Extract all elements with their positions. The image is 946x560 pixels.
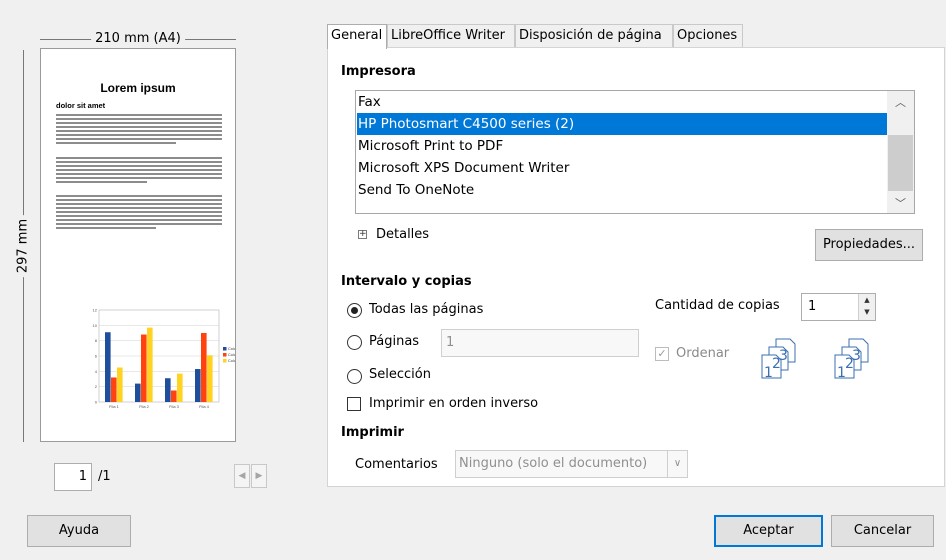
help-button[interactable]: Ayuda: [27, 515, 131, 547]
preview-doc-subtitle: dolor sit amet: [56, 101, 106, 110]
tab-page-layout[interactable]: Disposición de página: [515, 24, 673, 48]
chart-bar: [111, 377, 117, 402]
page-number-input[interactable]: 1: [54, 463, 92, 491]
page-height-dimension: 297 mm: [14, 50, 32, 442]
chart-y-tick-label: 10: [93, 323, 98, 328]
details-expander-label[interactable]: Detalles: [376, 227, 429, 242]
chart-legend-label: Columna 3: [228, 359, 236, 363]
pages-radio[interactable]: [347, 335, 362, 350]
selection-radio[interactable]: [347, 369, 362, 384]
svg-text:1: 1: [764, 365, 773, 381]
comments-value: Ninguno (solo el documento): [459, 456, 648, 471]
all-pages-label[interactable]: Todas las páginas: [369, 302, 483, 317]
chart-legend-label: Columna 2: [228, 353, 236, 357]
copies-spinbox[interactable]: 1 ▲ ▼: [801, 293, 876, 321]
preview-paragraph: [56, 157, 222, 185]
printer-item[interactable]: Microsoft XPS Document Writer: [357, 157, 887, 179]
triangle-left-icon: ◀: [238, 471, 246, 481]
preview-paragraph: [56, 114, 222, 146]
chart-bar: [147, 327, 153, 402]
collate-checkbox[interactable]: ✓: [655, 347, 669, 361]
page-width-dimension: 210 mm (A4): [40, 31, 236, 47]
chart-y-tick-label: 8: [95, 338, 98, 343]
collate-pages-icon: 321: [761, 338, 796, 381]
chart-bar: [177, 373, 183, 402]
spin-up-icon[interactable]: ▲: [859, 294, 875, 306]
preview-doc-title: Lorem ipsum: [100, 81, 176, 95]
chart-legend-swatch: [223, 359, 227, 363]
spin-down-icon[interactable]: ▼: [859, 306, 875, 318]
properties-button[interactable]: Propiedades...: [815, 229, 923, 261]
printer-list-scrollbar[interactable]: ︿ ﹀: [887, 91, 914, 213]
checkmark-icon: ✓: [657, 347, 667, 360]
printer-section-header: Impresora: [341, 64, 416, 79]
all-pages-radio[interactable]: [347, 303, 362, 318]
selection-label[interactable]: Selección: [369, 367, 431, 382]
chart-legend-swatch: [223, 347, 227, 351]
chevron-down-icon[interactable]: ﹀: [887, 195, 914, 211]
previous-page-button[interactable]: ◀: [234, 464, 250, 488]
svg-text:2: 2: [772, 356, 781, 372]
preview-paragraph: [56, 195, 222, 231]
printer-item[interactable]: Send To OneNote: [357, 179, 887, 201]
chart-bar: [201, 333, 207, 402]
print-section-header: Imprimir: [341, 425, 404, 440]
chart-bar: [195, 369, 201, 402]
chart-bar: [207, 355, 213, 402]
chart-bar: [135, 383, 141, 402]
chevron-down-icon[interactable]: ∨: [667, 451, 687, 477]
svg-text:2: 2: [845, 356, 854, 372]
details-label: Detalles: [376, 227, 430, 242]
tab-general[interactable]: General: [327, 24, 387, 49]
printer-item[interactable]: Microsoft Print to PDF: [357, 135, 887, 157]
chart-y-tick-label: 12: [93, 308, 98, 313]
chart-bar: [105, 332, 111, 402]
pages-label[interactable]: Páginas: [369, 334, 419, 349]
tab-libreoffice-writer[interactable]: LibreOffice Writer: [387, 24, 515, 48]
chart-legend-swatch: [223, 353, 227, 357]
collate-pages-icon: 321: [834, 338, 869, 381]
page-height-label: 297 mm: [15, 214, 31, 278]
scrollbar-thumb[interactable]: [888, 135, 913, 191]
copies-value: 1: [808, 299, 817, 314]
chart-legend-label: Columna 1: [228, 347, 236, 351]
ok-button[interactable]: Aceptar: [714, 515, 823, 547]
page-width-label: 210 mm (A4): [91, 31, 185, 46]
comments-dropdown[interactable]: Ninguno (solo el documento) ∨: [455, 450, 688, 478]
range-copies-section-header: Intervalo y copias: [341, 274, 472, 289]
next-page-button[interactable]: ▶: [251, 464, 267, 488]
printer-item-selected[interactable]: HP Photosmart C4500 series (2): [357, 113, 887, 135]
expand-plus-icon[interactable]: +: [358, 230, 367, 239]
reverse-order-label[interactable]: Imprimir en orden inverso: [369, 396, 538, 411]
chart-y-tick-label: 4: [95, 369, 98, 374]
collate-label[interactable]: Ordenar: [676, 346, 729, 361]
copies-spin-buttons[interactable]: ▲ ▼: [858, 294, 875, 320]
printer-item[interactable]: Fax: [357, 91, 887, 113]
preview-bar-chart: 0 2 4 6 8 10 12 Fila 1 Fila 2 Fila 3 Fila 4 Columna…: [93, 308, 236, 410]
chart-y-tick-label: 0: [95, 400, 98, 405]
chart-bar: [141, 334, 147, 402]
tab-options[interactable]: Opciones: [673, 24, 743, 48]
chart-y-tick-label: 6: [95, 354, 98, 359]
reverse-order-checkbox[interactable]: [347, 397, 361, 411]
printer-list[interactable]: Fax HP Photosmart C4500 series (2) Micro…: [355, 90, 915, 214]
chart-bar: [171, 390, 177, 402]
chart-x-tick-label: Fila 4: [199, 404, 210, 409]
copies-label: Cantidad de copias: [655, 298, 780, 313]
chart-x-tick-label: Fila 3: [169, 404, 180, 409]
page-total-label: /1: [98, 469, 111, 484]
chart-y-tick-label: 2: [95, 384, 98, 389]
chart-x-tick-label: Fila 2: [139, 404, 150, 409]
page-preview: Lorem ipsum dolor sit amet 0 2 4 6 8 10 12 Fila…: [40, 48, 236, 442]
chart-x-tick-label: Fila 1: [109, 404, 120, 409]
cancel-button[interactable]: Cancelar: [831, 515, 934, 547]
comments-label: Comentarios: [355, 457, 438, 472]
svg-text:1: 1: [837, 365, 846, 381]
chart-bar: [165, 378, 171, 402]
triangle-right-icon: ▶: [255, 471, 263, 481]
chart-bar: [117, 367, 123, 402]
pages-range-input[interactable]: 1: [441, 329, 639, 357]
chevron-up-icon[interactable]: ︿: [887, 94, 914, 110]
